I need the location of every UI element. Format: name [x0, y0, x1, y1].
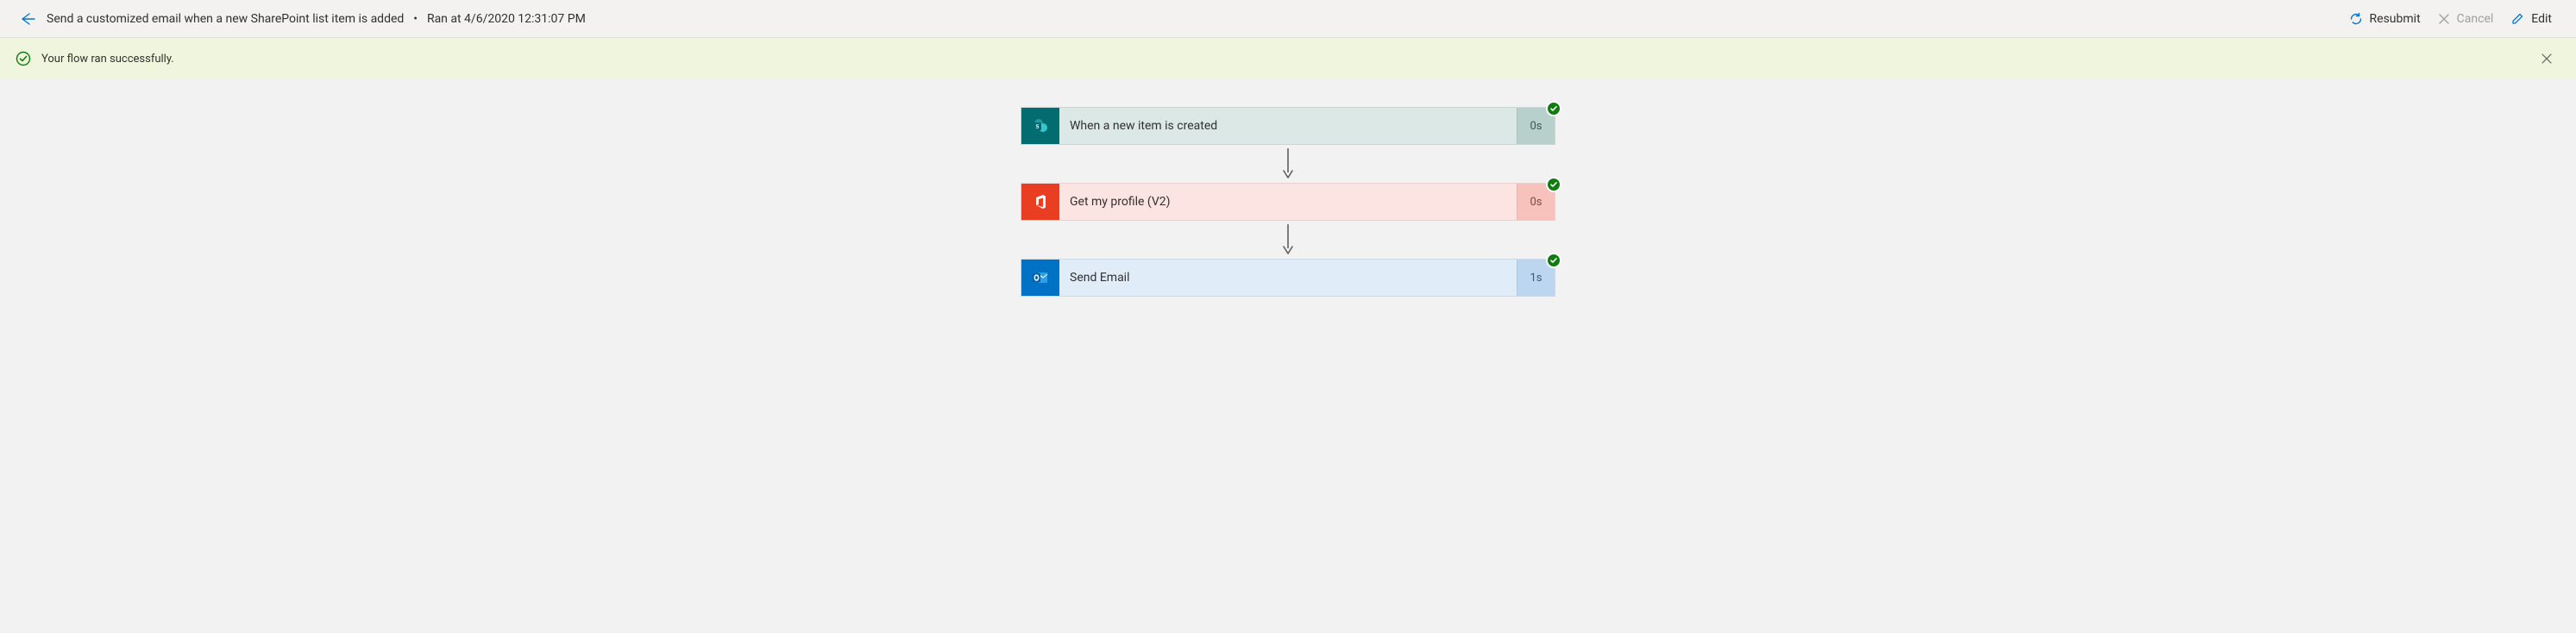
flow-canvas: S When a new item is created 0s Get my p… — [0, 79, 2576, 297]
status-success-badge — [1546, 253, 1561, 268]
success-check-icon — [16, 51, 31, 66]
header-bar: Send a customized email when a new Share… — [0, 0, 2576, 38]
outlook-icon — [1021, 260, 1059, 296]
step-title: Get my profile (V2) — [1059, 184, 1517, 220]
status-success-badge — [1546, 177, 1561, 192]
success-banner: Your flow ran successfully. — [0, 38, 2576, 79]
flow-connector — [1021, 221, 1555, 259]
flow-name: Send a customized email when a new Share… — [47, 12, 404, 26]
flow-step-trigger[interactable]: S When a new item is created 0s — [1021, 107, 1555, 145]
flow-step-send-email[interactable]: Send Email 1s — [1021, 259, 1555, 297]
cancel-label: Cancel — [2457, 12, 2494, 26]
edit-button[interactable]: Edit — [2502, 5, 2560, 33]
resubmit-label: Resubmit — [2370, 12, 2421, 26]
flow-step-get-profile[interactable]: Get my profile (V2) 0s — [1021, 183, 1555, 221]
back-arrow-icon[interactable] — [12, 3, 43, 34]
resubmit-button[interactable]: Resubmit — [2340, 5, 2429, 33]
page-title: Send a customized email when a new Share… — [47, 12, 586, 26]
flow-connector — [1021, 145, 1555, 183]
status-success-badge — [1546, 101, 1561, 116]
sharepoint-icon: S — [1021, 108, 1059, 144]
banner-message: Your flow ran successfully. — [41, 53, 174, 66]
pencil-icon — [2510, 12, 2524, 26]
refresh-icon — [2349, 12, 2363, 26]
banner-close-button[interactable] — [2533, 45, 2560, 72]
office365-icon — [1021, 184, 1059, 220]
step-title: When a new item is created — [1059, 108, 1517, 144]
run-timestamp: Ran at 4/6/2020 12:31:07 PM — [427, 12, 586, 26]
title-separator: • — [411, 12, 421, 26]
cancel-button: Cancel — [2429, 5, 2503, 33]
svg-text:S: S — [1036, 123, 1040, 130]
edit-label: Edit — [2531, 12, 2552, 26]
cancel-x-icon — [2438, 13, 2450, 25]
step-title: Send Email — [1059, 260, 1517, 296]
